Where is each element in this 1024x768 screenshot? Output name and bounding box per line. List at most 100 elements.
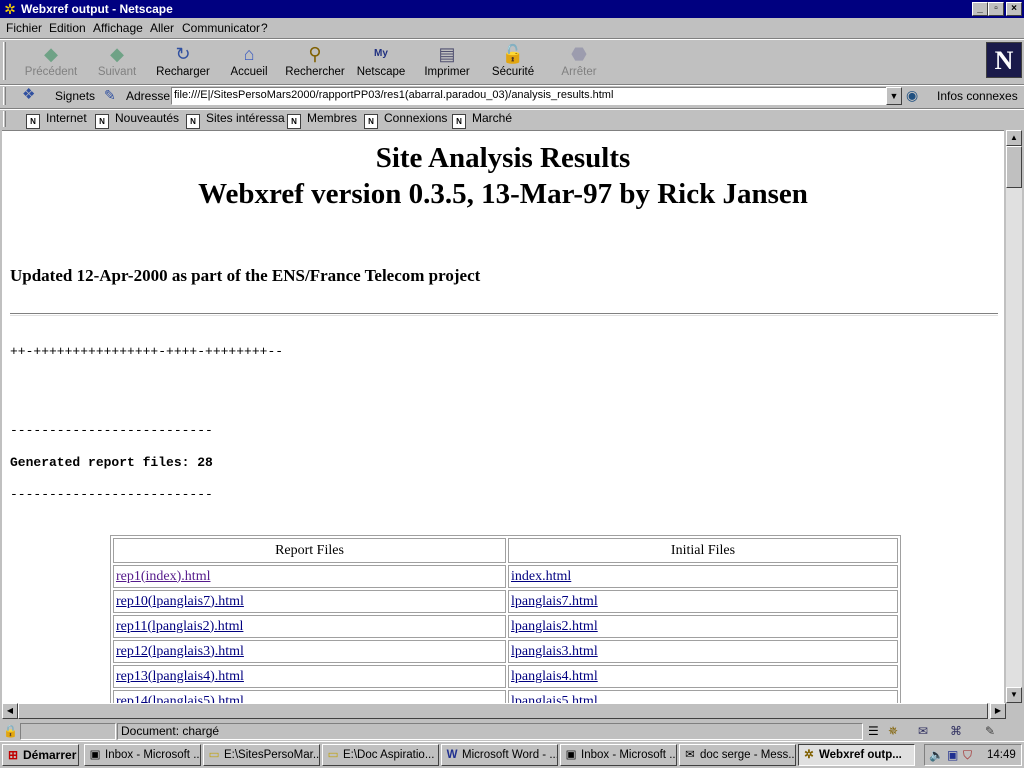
- scroll-up-button[interactable]: ▲: [1006, 130, 1022, 146]
- security-lock-icon[interactable]: 🔒: [3, 724, 18, 738]
- volume-icon[interactable]: 🔈: [929, 748, 944, 762]
- antivirus-icon[interactable]: ⛉: [963, 748, 972, 762]
- url-input[interactable]: file:///E|/SitesPersoMars2000/rapportPP0…: [171, 87, 887, 105]
- report-file-link[interactable]: rep10(lpanglais7).html: [116, 594, 244, 609]
- initial-file-link[interactable]: lpanglais3.html: [511, 644, 598, 659]
- url-dropdown-button[interactable]: ▼: [886, 87, 902, 105]
- bookmark-icon: N: [26, 114, 40, 129]
- separator-line: --------------------------: [10, 423, 213, 438]
- component-bar-navigator-icon[interactable]: ☰: [868, 724, 879, 738]
- title-bar[interactable]: ✲ Webxref output - Netscape _ ▫ ×: [0, 0, 1024, 18]
- page-title: Site Analysis Results: [375, 142, 631, 174]
- initial-file-link[interactable]: lpanglais4.html: [511, 669, 598, 684]
- initial-file-link[interactable]: lpanglais7.html: [511, 594, 598, 609]
- search-button[interactable]: ⚲ Rechercher: [282, 41, 348, 83]
- table-cell: rep12(lpanglais3).html: [113, 640, 506, 663]
- reload-button[interactable]: ↻ Recharger: [150, 41, 216, 83]
- word-icon: W: [446, 749, 458, 761]
- toolbar-grip[interactable]: [3, 87, 6, 105]
- taskbar-item[interactable]: ▣ Inbox - Microsoft ...: [560, 744, 677, 766]
- related-links-button[interactable]: Infos connexes: [937, 88, 1018, 104]
- back-button[interactable]: ◆ Précédent: [18, 41, 84, 83]
- bookmarks-button[interactable]: Signets: [55, 88, 95, 104]
- toolbar-grip[interactable]: [3, 42, 6, 80]
- clock[interactable]: 14:49: [987, 748, 1016, 762]
- table-row: rep1(index).html index.html: [113, 565, 898, 588]
- reload-icon: ↻: [175, 44, 191, 64]
- scroll-thumb[interactable]: [1006, 146, 1022, 188]
- bookmark-icon: N: [364, 114, 378, 129]
- component-bar-discussion-icon[interactable]: ⌘: [950, 724, 962, 738]
- bookmarks-icon[interactable]: ❖: [22, 87, 35, 103]
- minimize-button[interactable]: _: [972, 2, 988, 16]
- bookmark-nouveautes[interactable]: N Nouveautés: [95, 110, 179, 129]
- bookmark-internet[interactable]: N Internet: [26, 110, 87, 129]
- window-title: Webxref output - Netscape: [21, 2, 173, 16]
- bookmark-membres[interactable]: N Membres: [287, 110, 357, 129]
- bookmark-icon: N: [287, 114, 301, 129]
- arrow-right-icon: ▶: [994, 706, 1002, 715]
- menu-fichier[interactable]: Fichier: [6, 20, 42, 36]
- table-cell: lpanglais7.html: [508, 590, 898, 613]
- toolbar-grip[interactable]: [3, 111, 6, 127]
- component-bar-mail-icon[interactable]: ✉: [918, 724, 928, 738]
- bookmark-icon: N: [95, 114, 109, 129]
- vertical-scrollbar[interactable]: ▲ ▼: [1006, 130, 1022, 703]
- forward-button[interactable]: ◆ Suivant: [84, 41, 150, 83]
- related-links-icon[interactable]: ◉: [906, 87, 918, 103]
- scroll-left-button[interactable]: ◀: [2, 703, 18, 719]
- taskbar-item[interactable]: W Microsoft Word - ...: [441, 744, 558, 766]
- scroll-right-button[interactable]: ▶: [990, 703, 1006, 719]
- arrow-down-icon: ▼: [1010, 690, 1018, 699]
- network-icon[interactable]: ▣: [947, 748, 958, 762]
- horizontal-scrollbar[interactable]: ◀ ▶: [2, 703, 1006, 719]
- initial-file-link[interactable]: lpanglais2.html: [511, 619, 598, 634]
- table-cell: rep10(lpanglais7).html: [113, 590, 506, 613]
- netscape-icon: ✲: [804, 749, 814, 761]
- bookmark-connexions[interactable]: N Connexions: [364, 110, 447, 129]
- netscape-button[interactable]: My Netscape: [348, 41, 414, 83]
- menu-aller[interactable]: Aller: [150, 20, 174, 36]
- menu-help[interactable]: ?: [261, 20, 268, 36]
- report-file-link[interactable]: rep11(lpanglais2).html: [116, 619, 243, 634]
- table-row: rep10(lpanglais7).html lpanglais7.html: [113, 590, 898, 613]
- start-button[interactable]: ⊞ Démarrer: [2, 744, 79, 766]
- page-proxy-icon[interactable]: ✎: [104, 87, 116, 103]
- close-button[interactable]: ×: [1006, 2, 1022, 16]
- windows-logo-icon: ⊞: [7, 748, 19, 762]
- taskbar-item[interactable]: ▣ Inbox - Microsoft ...: [84, 744, 201, 766]
- page-content[interactable]: Site Analysis Results Webxref version 0.…: [2, 130, 1004, 704]
- menu-edition[interactable]: Edition: [49, 20, 86, 36]
- scroll-down-button[interactable]: ▼: [1006, 687, 1022, 703]
- report-file-link[interactable]: rep13(lpanglais4).html: [116, 669, 244, 684]
- netscape-icon[interactable]: ✲: [2, 1, 18, 17]
- menu-communicator[interactable]: Communicator: [182, 20, 260, 36]
- arrow-up-icon: ▲: [1010, 133, 1018, 142]
- stop-button[interactable]: ⬣ Arrêter: [546, 41, 612, 83]
- folder-icon: ▭: [327, 749, 339, 761]
- taskbar-item[interactable]: ▭ E:\SitesPersoMar...: [203, 744, 320, 766]
- taskbar-item[interactable]: ▭ E:\Doc Aspiratio...: [322, 744, 439, 766]
- taskbar-item-active[interactable]: ✲ Webxref outp...: [798, 744, 915, 766]
- security-button[interactable]: 🔓 Sécurité: [480, 41, 546, 83]
- home-button[interactable]: ⌂ Accueil: [216, 41, 282, 83]
- netscape-logo[interactable]: N: [986, 42, 1022, 78]
- bookmark-marche[interactable]: N Marché: [452, 110, 512, 129]
- status-text: Document: chargé: [117, 723, 863, 740]
- taskbar-item[interactable]: ✉ doc serge - Mess...: [679, 744, 796, 766]
- bookmark-sites-interessants[interactable]: N Sites intéressa: [186, 110, 285, 129]
- initial-file-link[interactable]: index.html: [511, 569, 571, 584]
- report-file-link[interactable]: rep12(lpanglais3).html: [116, 644, 244, 659]
- progress-bar: [20, 723, 116, 740]
- print-button[interactable]: ▤ Imprimer: [414, 41, 480, 83]
- horizontal-rule: [10, 313, 998, 316]
- bookmark-icon: N: [186, 114, 200, 129]
- maximize-button[interactable]: ▫: [988, 2, 1004, 16]
- scroll-thumb[interactable]: [18, 703, 988, 719]
- table-cell: index.html: [508, 565, 898, 588]
- report-file-link[interactable]: rep1(index).html: [116, 569, 210, 584]
- menu-affichage[interactable]: Affichage: [93, 20, 143, 36]
- component-bar-composer-icon[interactable]: ✎: [985, 724, 995, 738]
- page-subtitle: Webxref version 0.3.5, 13-Mar-97 by Rick…: [198, 178, 808, 210]
- component-bar-messenger-icon[interactable]: ✵: [888, 724, 898, 738]
